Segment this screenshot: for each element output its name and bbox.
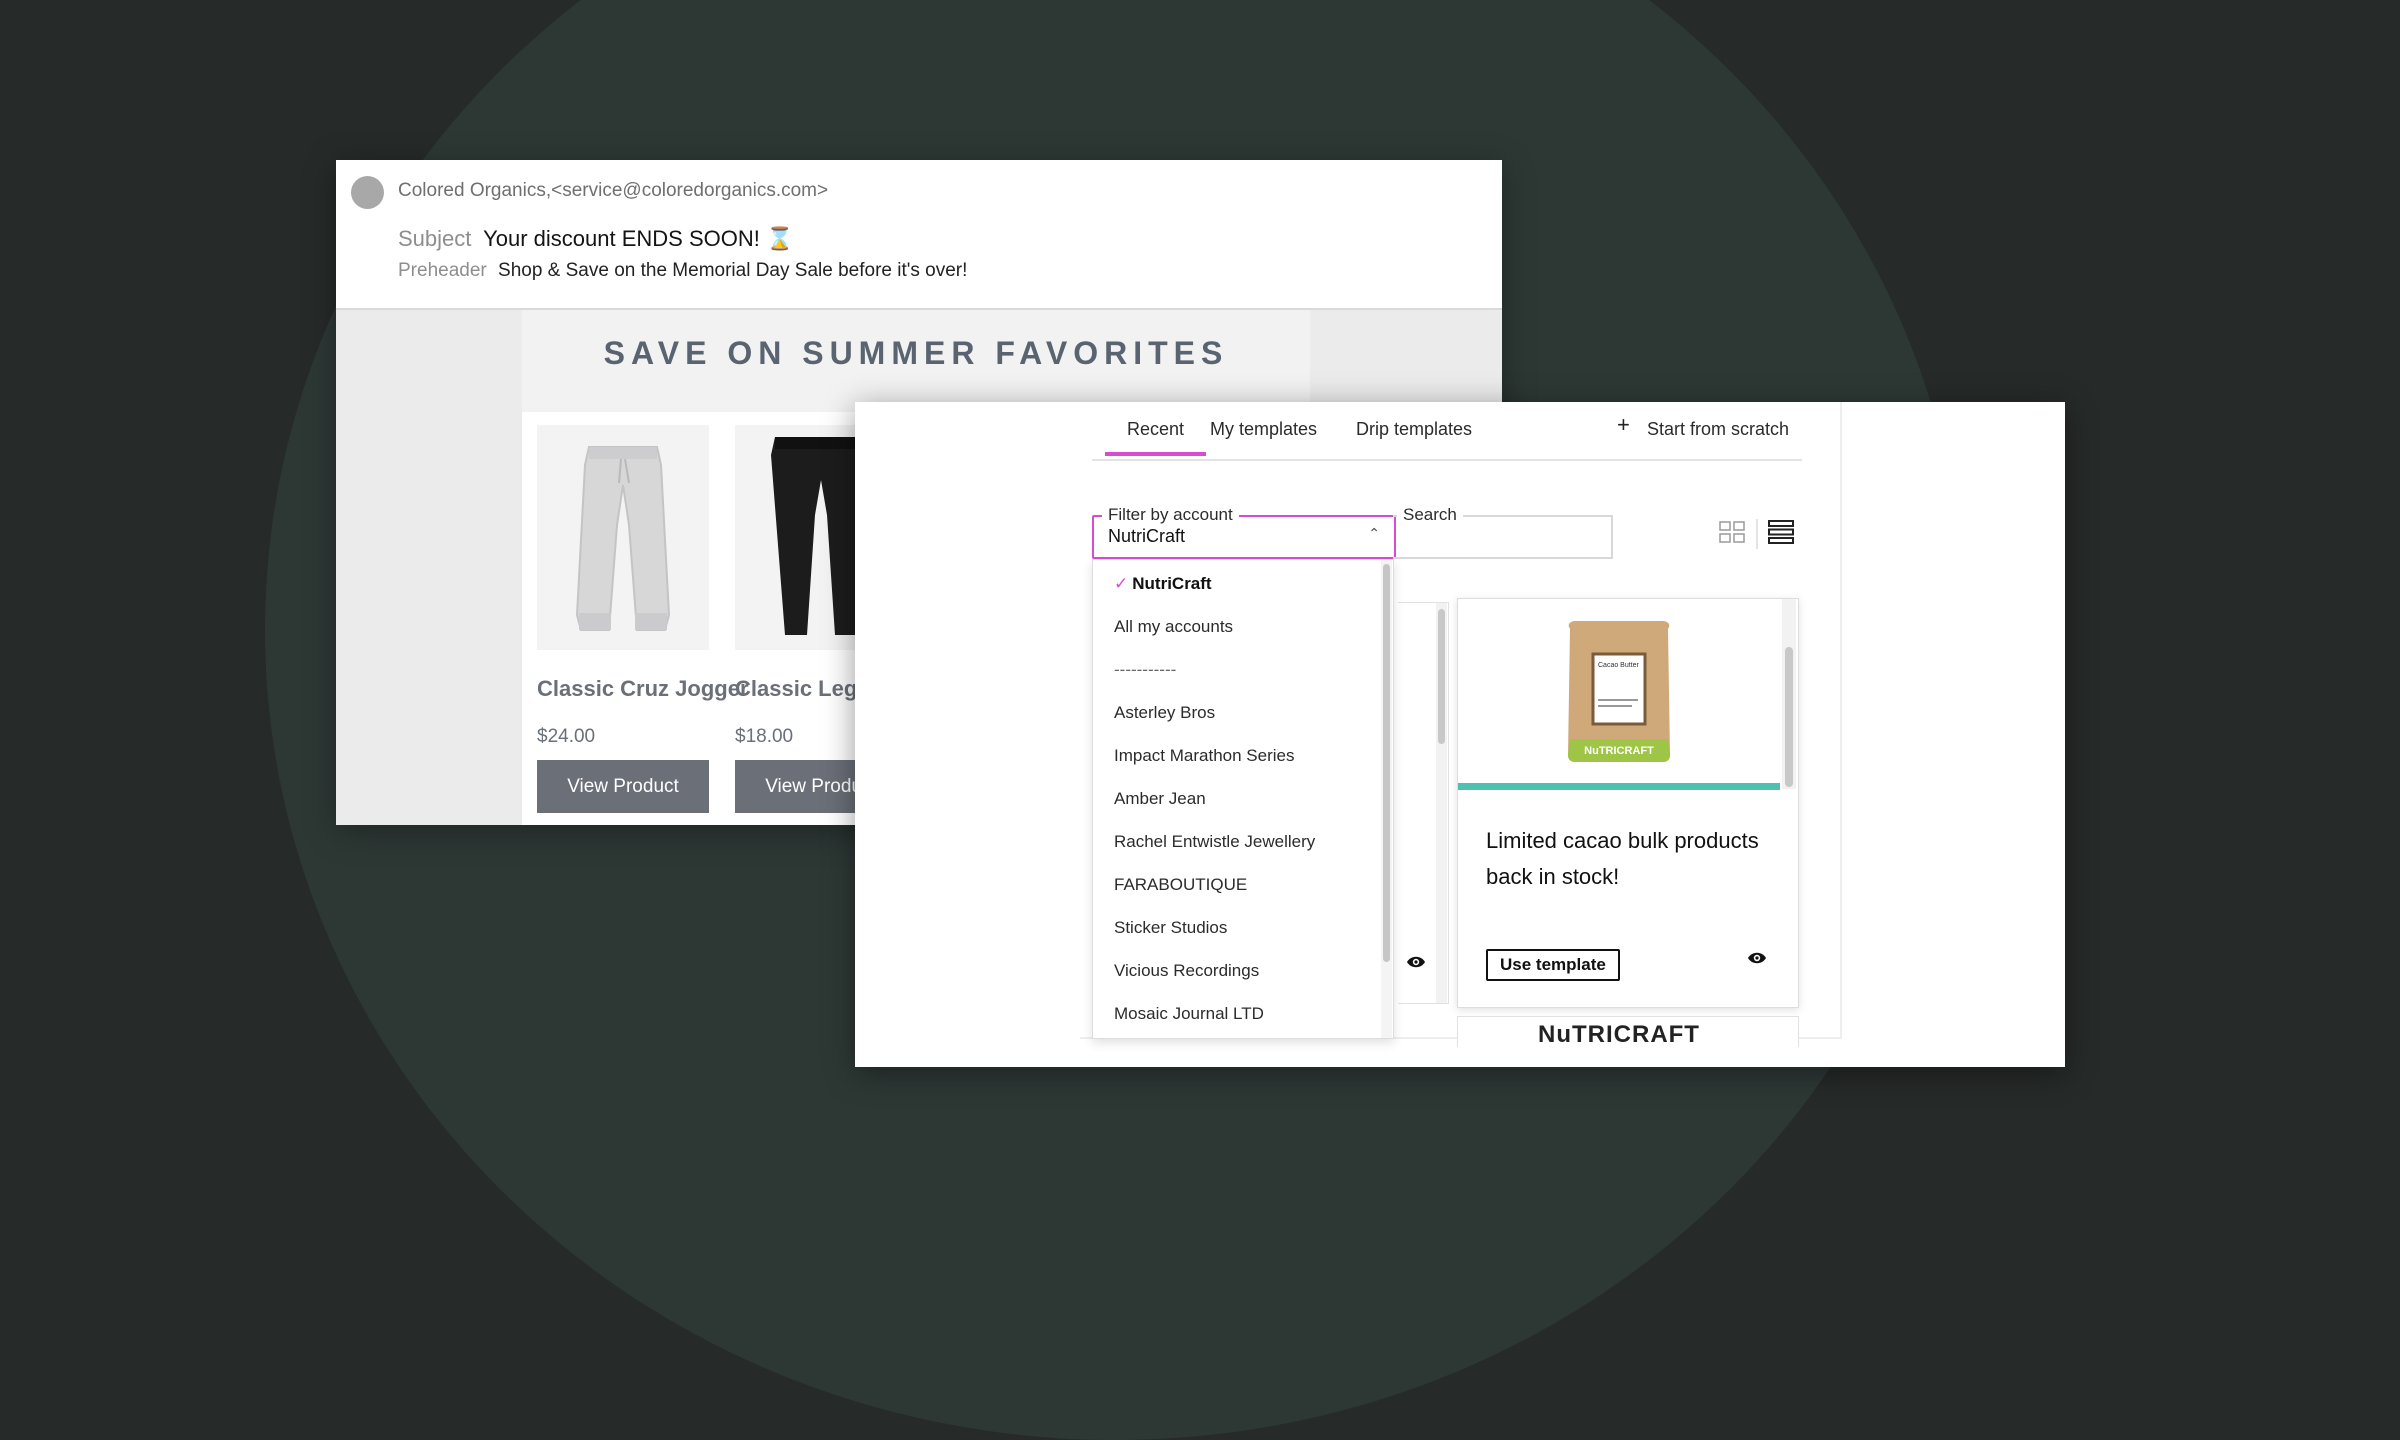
- preheader-row: Preheader Shop & Save on the Memorial Da…: [398, 260, 967, 282]
- template-card[interactable]: Cacao Butter NuTRICRAFT Limited cacao bu…: [1457, 598, 1799, 1008]
- dropdown-separator: -----------: [1114, 660, 1177, 679]
- tab-recent[interactable]: Recent: [1104, 419, 1207, 456]
- filter-value: NutriCraft: [1108, 526, 1186, 546]
- template-card-partial: [1398, 602, 1449, 1004]
- product-card: Classic Cruz Jogger $24.00 View Product: [537, 425, 749, 813]
- dropdown-item-selected[interactable]: ✓ NutriCraft: [1114, 574, 1212, 594]
- template-title: Limited cacao bulk products back in stoc…: [1486, 828, 1759, 889]
- checkmark-icon: ✓: [1114, 574, 1129, 593]
- subject-row: Subject Your discount ENDS SOON! ⌛: [398, 226, 793, 252]
- tab-my-templates[interactable]: My templates: [1210, 419, 1317, 440]
- headline-band: SAVE ON SUMMER FAVORITES: [522, 310, 1310, 412]
- subject-label: Subject: [398, 226, 472, 251]
- template-panel: Recent My templates Drip templates + Sta…: [1080, 402, 1842, 1047]
- dropdown-item[interactable]: Vicious Recordings: [1114, 961, 1259, 981]
- package-label: Cacao Butter: [1598, 662, 1640, 669]
- tab-drip-templates[interactable]: Drip templates: [1356, 419, 1472, 440]
- dropdown-item[interactable]: Mosaic Journal LTD: [1114, 1004, 1264, 1024]
- dropdown-item[interactable]: FARABOUTIQUE: [1114, 875, 1247, 895]
- email-header: Colored Organics,<service@coloredorganic…: [336, 160, 1502, 310]
- list-view-icon[interactable]: [1768, 520, 1794, 544]
- product-image-jogger: [537, 425, 709, 650]
- filter-label: Filter by account: [1102, 505, 1239, 525]
- package-brand: NuTRICRAFT: [1584, 745, 1654, 757]
- product-name: Classic Cruz Jogger: [537, 676, 749, 701]
- product-price: $24.00: [537, 726, 596, 747]
- eye-icon[interactable]: [1406, 955, 1426, 969]
- brand-logo: NuTRICRAFT: [1538, 1021, 1700, 1047]
- dropdown-item-label: NutriCraft: [1132, 574, 1212, 593]
- grid-view-icon[interactable]: [1719, 521, 1745, 543]
- eye-icon[interactable]: [1747, 951, 1767, 965]
- search-label: Search: [1397, 505, 1463, 525]
- dropdown-item[interactable]: All my accounts: [1114, 617, 1233, 637]
- preheader-label: Preheader: [398, 260, 487, 281]
- view-toggle-divider: [1756, 519, 1758, 549]
- start-from-scratch-button[interactable]: Start from scratch: [1647, 419, 1789, 440]
- dropdown-item[interactable]: Impact Marathon Series: [1114, 746, 1294, 766]
- template-picker-window: Recent My templates Drip templates + Sta…: [855, 402, 2065, 1067]
- dropdown-item[interactable]: Asterley Bros: [1114, 703, 1215, 723]
- view-product-button[interactable]: View Product: [537, 760, 709, 813]
- sender-address: Colored Organics,<service@coloredorganic…: [398, 180, 829, 201]
- card-accent-bar: [1458, 783, 1780, 790]
- scrollbar-thumb[interactable]: [1383, 564, 1390, 962]
- subject-text: Your discount ENDS SOON! ⌛: [483, 226, 794, 251]
- dropdown-item[interactable]: Sticker Studios: [1114, 918, 1227, 938]
- preheader-text: Shop & Save on the Memorial Day Sale bef…: [498, 260, 968, 281]
- template-card-next[interactable]: NuTRICRAFT: [1457, 1016, 1799, 1047]
- sender-avatar: [351, 176, 384, 209]
- scrollbar-thumb[interactable]: [1438, 609, 1445, 744]
- use-template-button[interactable]: Use template: [1486, 949, 1620, 981]
- scrollbar-thumb[interactable]: [1785, 647, 1793, 787]
- search-input[interactable]: Search: [1393, 505, 1613, 559]
- dropdown-item[interactable]: Rachel Entwistle Jewellery: [1114, 832, 1315, 852]
- dropdown-item[interactable]: Amber Jean: [1114, 789, 1206, 809]
- filter-by-account-select[interactable]: Filter by account NutriCraft ⌃: [1092, 505, 1396, 559]
- template-tabs: Recent My templates Drip templates + Sta…: [1092, 402, 1802, 461]
- template-thumbnail: Cacao Butter NuTRICRAFT: [1458, 599, 1780, 784]
- plus-icon[interactable]: +: [1617, 412, 1630, 438]
- chevron-up-icon: ⌃: [1368, 525, 1380, 541]
- account-dropdown-list: ✓ NutriCraft All my accounts ----------- …: [1092, 559, 1394, 1039]
- email-headline: SAVE ON SUMMER FAVORITES: [603, 335, 1229, 371]
